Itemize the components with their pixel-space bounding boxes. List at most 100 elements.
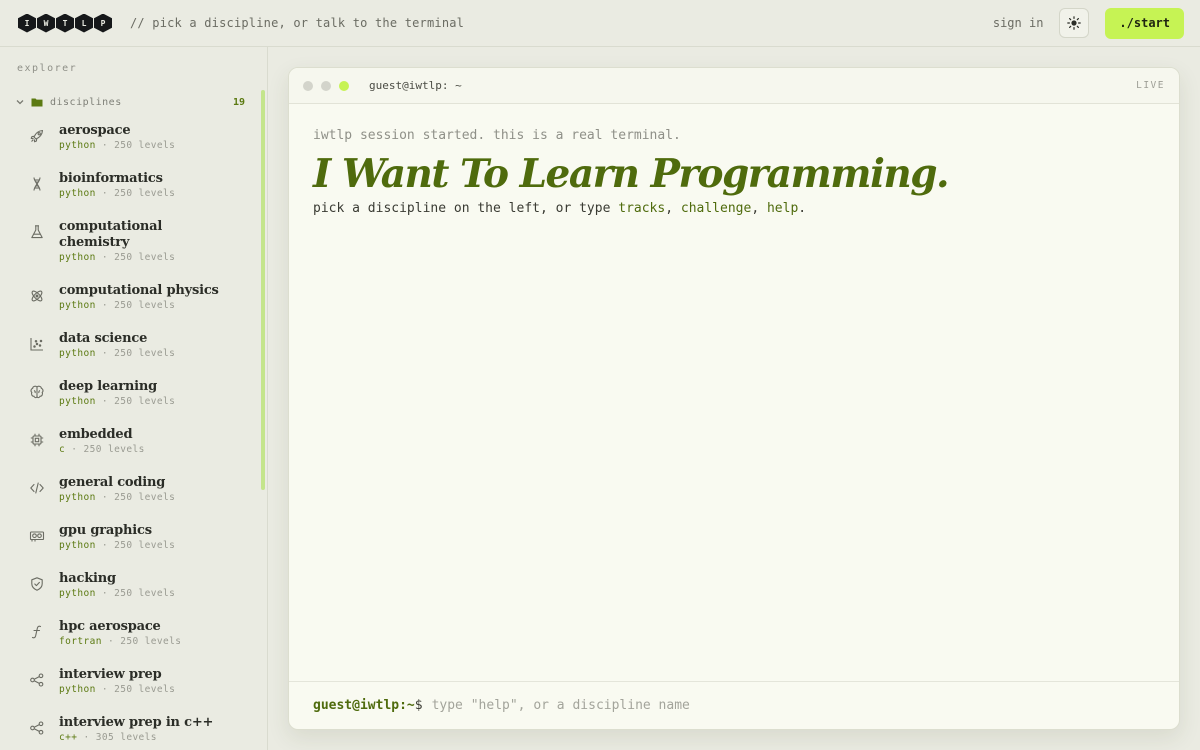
live-status-badge: LIVE (1136, 80, 1165, 91)
tagline: // pick a discipline, or talk to the ter… (130, 16, 465, 30)
logo[interactable]: I W T L P (18, 13, 112, 33)
sidebar-item-meta: python · 250 levels (59, 491, 175, 505)
sidebar-item-aerospace[interactable]: aerospace python · 250 levels (0, 123, 255, 171)
logo-letter: T (56, 13, 74, 33)
sidebar-item-meta: python · 250 levels (59, 187, 175, 201)
item-language: python (59, 188, 96, 199)
command-challenge[interactable]: challenge (681, 201, 751, 216)
item-levels: · 250 levels (101, 492, 176, 503)
item-levels: · 250 levels (101, 540, 176, 551)
chevron-down-icon (16, 100, 24, 105)
window-dot-close[interactable] (303, 80, 313, 91)
window-dot-minimize[interactable] (321, 80, 331, 91)
sidebar-item-name: hacking (59, 571, 116, 586)
sidebar-item-name: hpc aerospace (59, 619, 161, 634)
logo-letter: P (94, 13, 112, 33)
graph-nodes-icon (30, 673, 44, 687)
prompt-symbol: $ (414, 698, 423, 713)
hint-text: pick a discipline on the left, or type (313, 201, 611, 216)
logo-letter: L (75, 13, 93, 33)
shield-icon (31, 577, 43, 591)
item-levels: · 250 levels (71, 444, 145, 455)
sidebar-item-interview-prep[interactable]: interview prep python · 250 levels (0, 667, 255, 715)
sidebar-item-name: embedded (59, 427, 133, 442)
top-actions: sign in ./start (993, 7, 1184, 39)
chip-icon (30, 433, 44, 447)
item-levels: · 250 levels (101, 348, 176, 359)
scatter-chart-icon (30, 338, 43, 351)
item-language: c (59, 444, 66, 455)
sidebar-item-general-coding[interactable]: general coding python · 250 levels (0, 475, 255, 523)
folder-icon (31, 98, 43, 107)
sidebar-item-name: computational physics (59, 283, 219, 298)
sidebar-item-name: bioinformatics (59, 171, 163, 186)
logo-letter: W (37, 13, 55, 33)
item-language: python (59, 252, 96, 263)
terminal-output: iwtlp session started. this is a real te… (313, 128, 1153, 216)
terminal-titlebar: guest@iwtlp: ~ LIVE (289, 68, 1179, 104)
item-language: python (59, 140, 96, 151)
sidebar-item-meta: python · 250 levels (59, 299, 219, 313)
item-language: python (59, 684, 96, 695)
sidebar-item-hacking[interactable]: hacking python · 250 levels (0, 571, 255, 619)
folder-name: disciplines (50, 96, 122, 108)
start-button[interactable]: ./start (1105, 7, 1184, 39)
theme-toggle-button[interactable] (1059, 8, 1090, 38)
sidebar-item-name: gpu graphics (59, 523, 152, 538)
sidebar-item-meta: python · 250 levels (59, 251, 209, 265)
sun-icon (1067, 16, 1082, 30)
disciplines-folder[interactable]: disciplines 19 (15, 94, 245, 110)
sidebar-item-name: interview prep in c++ (59, 715, 214, 730)
sidebar-item-computational-chemistry[interactable]: computational chemistry python · 250 lev… (0, 219, 255, 283)
sidebar-item-meta: python · 250 levels (59, 347, 175, 361)
atom-icon (31, 290, 43, 302)
page-title: I Want To Learn Programming. (313, 151, 950, 197)
command-help[interactable]: help (767, 201, 798, 216)
code-icon (30, 482, 44, 494)
sidebar-item-computational-physics[interactable]: computational physics python · 250 level… (0, 283, 255, 331)
logo-letter: I (18, 13, 36, 33)
sidebar-item-hpc-aerospace[interactable]: hpc aerospace fortran · 250 levels (0, 619, 255, 667)
command-input[interactable] (431, 698, 932, 713)
sidebar-item-bioinformatics[interactable]: bioinformatics python · 250 levels (0, 171, 255, 219)
sidebar: explorer disciplines 19 aerospace python… (0, 47, 268, 750)
sidebar-item-gpu-graphics[interactable]: gpu graphics python · 250 levels (0, 523, 255, 571)
item-levels: · 250 levels (101, 684, 176, 695)
sidebar-item-meta: c · 250 levels (59, 443, 145, 457)
item-levels: · 250 levels (101, 588, 176, 599)
item-levels: · 250 levels (101, 140, 176, 151)
sign-in-link[interactable]: sign in (993, 16, 1044, 30)
sidebar-item-meta: python · 250 levels (59, 683, 175, 697)
item-levels: · 250 levels (101, 188, 176, 199)
top-bar: I W T L P // pick a discipline, or talk … (0, 0, 1200, 47)
sidebar-item-meta: python · 250 levels (59, 539, 175, 553)
gpu-card-icon (29, 531, 45, 542)
brain-icon (30, 385, 44, 399)
item-levels: · 250 levels (101, 252, 176, 263)
sidebar-item-meta: c++ · 305 levels (59, 731, 213, 745)
item-language: python (59, 492, 96, 503)
sidebar-scrollbar[interactable] (261, 90, 265, 490)
explorer-label: explorer (17, 63, 78, 74)
window-dot-maximize[interactable] (339, 80, 349, 91)
command-tracks[interactable]: tracks (618, 201, 665, 216)
folder-count: 19 (232, 96, 245, 108)
terminal-window: guest@iwtlp: ~ LIVE iwtlp session starte… (288, 67, 1180, 730)
item-language: c++ (59, 732, 78, 743)
sidebar-item-meta: python · 250 levels (59, 587, 175, 601)
sidebar-item-name: aerospace (59, 123, 131, 138)
terminal-prompt-row: guest@iwtlp:~ $ (289, 681, 1179, 729)
discipline-list: aerospace python · 250 levels bioinforma… (0, 123, 255, 750)
sidebar-item-name: interview prep (59, 667, 162, 682)
sidebar-item-interview-prep-in-cpp[interactable]: interview prep in c++ c++ · 305 levels (0, 715, 255, 750)
prompt-label: guest@iwtlp:~ (313, 698, 415, 713)
sidebar-item-embedded[interactable]: embedded c · 250 levels (0, 427, 255, 475)
sidebar-item-meta: python · 250 levels (59, 139, 175, 153)
item-language: fortran (59, 636, 102, 647)
rocket-icon (30, 129, 44, 143)
sidebar-item-data-science[interactable]: data science python · 250 levels (0, 331, 255, 379)
session-line: iwtlp session started. this is a real te… (313, 128, 681, 143)
sidebar-item-deep-learning[interactable]: deep learning python · 250 levels (0, 379, 255, 427)
function-icon (31, 625, 42, 639)
item-language: python (59, 540, 96, 551)
